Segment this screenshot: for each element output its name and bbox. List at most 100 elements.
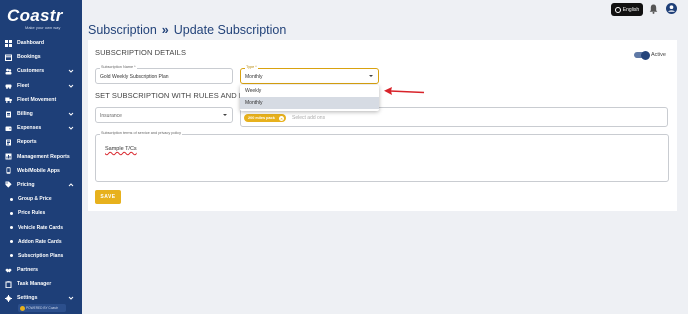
save-button[interactable]: SAVE: [95, 190, 121, 204]
sidebar-item-customers[interactable]: Customers: [0, 64, 82, 78]
bullet-icon: [10, 254, 13, 258]
sidebar-subitem-price-rules[interactable]: Price Rules: [0, 206, 82, 220]
terms-value: Sample T/Cs: [105, 146, 137, 152]
handshake-icon: [5, 267, 12, 274]
sidebar-item-pricing[interactable]: Pricing: [0, 178, 82, 192]
sidebar-item-label: Reports: [17, 139, 37, 146]
gear-icon: [5, 294, 12, 302]
brand-logo[interactable]: Coastr Make your own way: [0, 0, 82, 36]
active-label: Active: [651, 52, 666, 58]
users-icon: [5, 68, 12, 75]
terms-textarea[interactable]: Subscription terms of service and privac…: [95, 131, 669, 182]
chevron-down-icon: [68, 297, 74, 301]
chevron-down-icon: [68, 84, 74, 88]
sidebar-subitem-label: Vehicle Rate Cards: [18, 224, 64, 231]
sidebar-item-label: Fleet Movement: [17, 96, 57, 103]
active-toggle[interactable]: [634, 50, 650, 60]
globe-icon: [614, 6, 621, 13]
sidebar-item-label: Expenses: [17, 125, 42, 132]
sidebar-item-label: Web/Mobile Apps: [17, 167, 60, 174]
sidebar-item-label: Fleet: [17, 82, 30, 89]
bell-icon[interactable]: [649, 4, 658, 14]
wallet-icon: [5, 125, 12, 132]
breadcrumb-separator: »: [161, 23, 169, 37]
addon-chip[interactable]: 200 miles pack ×: [244, 114, 286, 122]
sidebar-item-task-manager[interactable]: Task Manager: [0, 277, 82, 291]
type-option-monthly[interactable]: Monthly: [240, 97, 379, 109]
addon-chip-label: 200 miles pack: [248, 116, 275, 120]
truck-icon: [5, 96, 12, 104]
powered-by-text: POWERED BY Coastr: [26, 306, 58, 310]
subscription-name-field[interactable]: Subscription Name * Gold Weekly Subscrip…: [95, 65, 233, 84]
sidebar-item-label: Management Reports: [17, 153, 70, 160]
type-value: Monthly: [245, 74, 263, 80]
breadcrumb-parent[interactable]: Subscription: [88, 23, 157, 37]
chevron-down-icon: [68, 112, 74, 116]
caret-down-icon: [223, 114, 227, 116]
sidebar-item-reports[interactable]: Reports: [0, 135, 82, 149]
language-button[interactable]: English: [611, 3, 643, 16]
toggle-knob: [641, 50, 650, 60]
chart-icon: [5, 153, 12, 160]
chevron-up-icon: [68, 183, 74, 187]
sidebar-subitem-vehicle-rate-cards[interactable]: Vehicle Rate Cards: [0, 220, 82, 234]
sidebar-item-label: Task Manager: [17, 281, 52, 288]
report-icon: [5, 139, 12, 146]
type-select[interactable]: Type * Monthly: [240, 65, 379, 84]
addons-placeholder: Select add ons: [292, 115, 326, 121]
terms-text: Sample T/Cs: [105, 146, 137, 152]
sidebar-subitem-subscription-plans[interactable]: Subscription Plans: [0, 249, 82, 263]
sidebar-item-fleet-movement[interactable]: Fleet Movement: [0, 93, 82, 107]
sidebar-nav: Dashboard Bookings Customers Fleet Fleet Mov…: [0, 36, 82, 306]
subscription-details-title: SUBSCRIPTION DETAILS: [95, 48, 187, 57]
insurance-value: Insurance: [100, 113, 122, 119]
sidebar-item-expenses[interactable]: Expenses: [0, 121, 82, 135]
sidebar-subitem-label: Group & Price: [18, 196, 52, 203]
top-bar: [82, 0, 688, 20]
sidebar-item-management-reports[interactable]: Management Reports: [0, 150, 82, 164]
annotation-arrow-icon: [384, 87, 425, 95]
sidebar-item-label: Bookings: [17, 54, 41, 61]
sidebar-subitem-label: Price Rules: [18, 210, 46, 217]
language-label: English: [622, 6, 640, 13]
terms-label: Subscription terms of service and privac…: [100, 131, 182, 135]
brand-name: Coastr: [7, 6, 63, 25]
mobile-icon: [5, 167, 12, 174]
dashboard-icon: [5, 39, 12, 47]
sidebar: Coastr Make your own way Dashboard Bookin…: [0, 0, 82, 314]
sidebar-subitem-addon-rate-cards[interactable]: Addon Rate Cards: [0, 235, 82, 249]
bullet-icon: [10, 211, 13, 215]
sidebar-item-fleet[interactable]: Fleet: [0, 79, 82, 93]
type-option-weekly[interactable]: Weekly: [240, 85, 379, 97]
type-label: Type *: [245, 65, 258, 69]
bullet-icon: [10, 197, 13, 201]
powered-by-badge: POWERED BY Coastr: [18, 304, 66, 312]
sidebar-item-label: Dashboard: [17, 40, 45, 47]
bullet-icon: [10, 226, 13, 230]
page-title: Update Subscription: [173, 23, 287, 37]
billing-icon: [5, 111, 12, 118]
calendar-icon: [5, 54, 12, 61]
sidebar-item-label: Partners: [17, 267, 39, 274]
sidebar-item-partners[interactable]: Partners: [0, 263, 82, 277]
close-icon[interactable]: ×: [279, 115, 284, 121]
brand-tagline: Make your own way: [25, 25, 61, 30]
sidebar-item-bookings[interactable]: Bookings: [0, 50, 82, 64]
insurance-select[interactable]: Insurance: [95, 107, 233, 123]
tag-icon: [5, 181, 12, 189]
clipboard-icon: [5, 280, 12, 288]
sidebar-item-label: Pricing: [17, 181, 35, 188]
sidebar-item-label: Settings: [17, 295, 38, 302]
bullet-icon: [10, 240, 13, 244]
sidebar-item-label: Billing: [17, 111, 33, 118]
user-avatar-icon[interactable]: [666, 3, 677, 14]
subscription-name-value: Gold Weekly Subscription Plan: [100, 74, 169, 80]
caret-down-icon: [369, 75, 373, 77]
sidebar-item-web-mobile-apps[interactable]: Web/Mobile Apps: [0, 164, 82, 178]
chevron-down-icon: [68, 126, 74, 130]
sidebar-subitem-group-price[interactable]: Group & Price: [0, 192, 82, 206]
sidebar-item-billing[interactable]: Billing: [0, 107, 82, 121]
sidebar-item-dashboard[interactable]: Dashboard: [0, 36, 82, 50]
breadcrumb: Subscription » Update Subscription: [88, 23, 286, 37]
subscription-name-label: Subscription Name *: [100, 65, 137, 69]
